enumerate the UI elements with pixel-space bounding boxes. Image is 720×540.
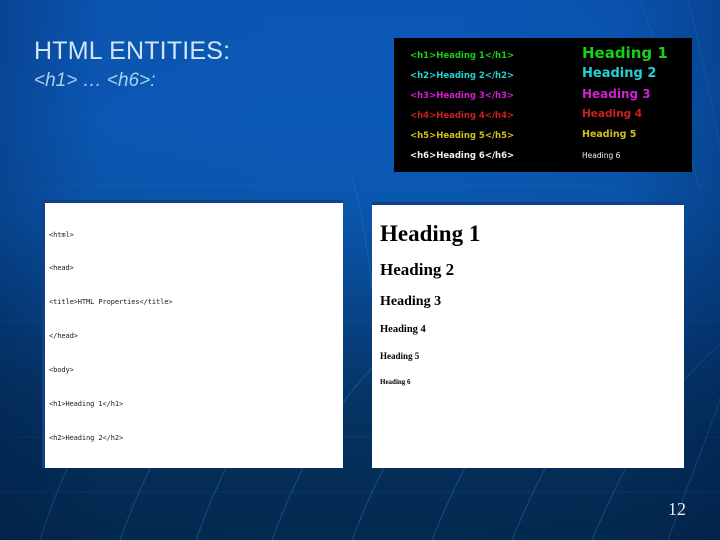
rendered-heading-6: Heading 6 — [380, 378, 411, 386]
rendered-heading-3: Heading 3 — [380, 294, 442, 309]
black-output-heading: Heading 2 — [582, 66, 657, 81]
black-code-screenshot: <h1>Heading 1</h1> <h2>Heading 2</h2> <h… — [394, 38, 692, 172]
code-line: <title>HTML Properties</title> — [49, 298, 173, 307]
slide-title-block: HTML ENTITIES: <h1> … <h6>: — [34, 36, 364, 94]
code-line: <h1>Heading 1</h1> — [49, 400, 124, 409]
black-source-line: <h1>Heading 1</h1> — [410, 51, 515, 61]
rendered-heading-1: Heading 1 — [380, 221, 481, 246]
html-source-listing: <html> <head> <title>HTML Properties</ti… — [45, 203, 343, 468]
slide-page-number: 12 — [668, 499, 686, 519]
code-line: <body> — [49, 366, 74, 375]
rendered-heading-2: Heading 2 — [380, 260, 455, 279]
page-subtitle: <h1> … <h6>: — [34, 70, 156, 91]
rendered-heading-4: Heading 4 — [380, 324, 426, 335]
presentation-slide: HTML ENTITIES: <h1> … <h6>: <h1>Heading … — [0, 0, 720, 540]
code-line: <h3>Heading 3</h3> — [49, 467, 343, 469]
black-source-line: <h4>Heading 4</h4> — [410, 111, 515, 121]
browser-render-panel: Heading 1 Heading 2 Heading 3 Heading 4 … — [372, 202, 684, 468]
black-source-line: <h3>Heading 3</h3> — [410, 91, 515, 101]
page-title: HTML ENTITIES: — [34, 37, 231, 65]
black-output-heading: Heading 4 — [582, 108, 643, 120]
black-source-line: <h5>Heading 5</h5> — [410, 131, 515, 141]
black-output-heading: Heading 1 — [582, 44, 668, 62]
rendered-heading-5: Heading 5 — [380, 351, 420, 361]
html-source-panel: <html> <head> <title>HTML Properties</ti… — [42, 200, 343, 468]
black-panel-output-column: Heading 1 Heading 2 Heading 3 Heading 4 … — [572, 38, 692, 172]
black-panel-source-column: <h1>Heading 1</h1> <h2>Heading 2</h2> <h… — [394, 38, 572, 172]
black-source-line: <h6>Heading 6</h6> — [410, 151, 515, 161]
black-output-heading: Heading 3 — [582, 87, 651, 101]
code-line: <h2>Heading 2</h2> — [49, 433, 124, 442]
black-output-heading: Heading 5 — [582, 129, 637, 140]
rendered-headings: Heading 1 Heading 2 Heading 3 Heading 4 … — [372, 205, 684, 387]
code-line: <html> — [49, 230, 74, 239]
code-line: </head> — [49, 332, 78, 341]
code-line: <head> — [49, 264, 74, 273]
black-output-heading: Heading 6 — [582, 151, 621, 160]
black-source-line: <h2>Heading 2</h2> — [410, 71, 515, 81]
